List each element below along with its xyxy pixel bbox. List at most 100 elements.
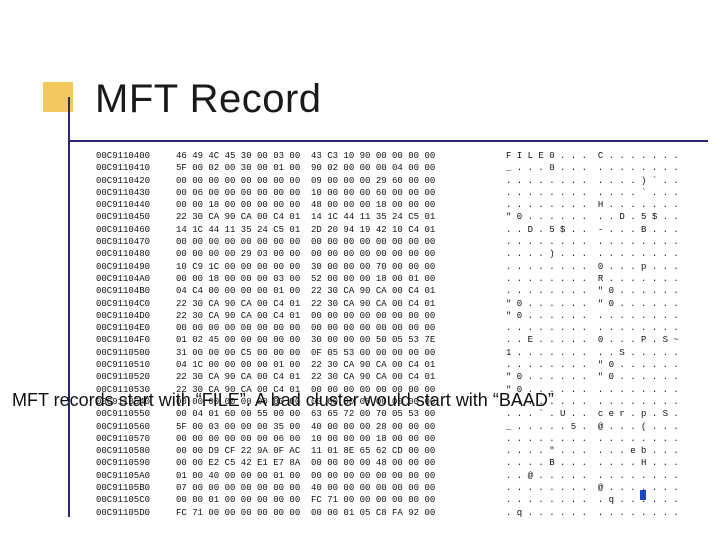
hex-ascii: . . . . . . . . H . . . . . . . (506, 199, 686, 211)
hex-row: 00C91105B007 00 00 00 00 00 00 00 40 00 … (96, 482, 696, 494)
hex-bytes: 10 C9 1C 00 00 00 00 00 30 00 00 00 70 0… (176, 261, 506, 273)
vertical-rule (68, 97, 70, 517)
hex-offset: 00C9110430 (96, 187, 176, 199)
hex-bytes: 14 1C 44 11 35 24 C5 01 2D 20 94 19 42 1… (176, 224, 506, 236)
hex-row: 00C911058000 00 D9 CF 22 9A 0F AC 11 01 … (96, 445, 696, 457)
hex-row: 00C911048000 00 00 00 29 03 00 00 00 00 … (96, 248, 696, 260)
hex-bytes: 01 02 45 00 00 00 00 00 30 00 00 00 50 0… (176, 334, 506, 346)
hex-offset: 00C9110480 (96, 248, 176, 260)
hex-ascii: F I L E 0 . . . C . . . . . . . (506, 150, 686, 162)
hex-row: 00C91104E000 00 00 00 00 00 00 00 00 00 … (96, 322, 696, 334)
hex-row: 00C911046014 1C 44 11 35 24 C5 01 2D 20 … (96, 224, 696, 236)
hex-ascii: . . . . . . . . 0 . . . p . . . (506, 261, 686, 273)
hex-offset: 00C9110500 (96, 347, 176, 359)
hex-row: 00C91104D022 30 CA 90 CA 00 C4 01 00 00 … (96, 310, 696, 322)
hex-row: 00C91104B004 C4 00 00 00 00 01 00 22 30 … (96, 285, 696, 297)
hex-row: 00C911040046 49 4C 45 30 00 03 00 43 C3 … (96, 150, 696, 162)
hex-offset: 00C9110450 (96, 211, 176, 223)
hex-ascii: . . . . . . . . . . . . . . . . (506, 433, 686, 445)
hex-bytes: 00 06 00 00 00 00 00 00 10 00 00 00 60 0… (176, 187, 506, 199)
hex-ascii: . . . . ) . . . . . . . . . . . (506, 248, 686, 260)
hex-offset: 00C91104D0 (96, 310, 176, 322)
hex-bytes: 04 C4 00 00 00 00 01 00 22 30 CA 90 CA 0… (176, 285, 506, 297)
hex-offset: 00C9110510 (96, 359, 176, 371)
hex-bytes: 00 00 01 00 00 00 00 00 FC 71 00 00 00 0… (176, 494, 506, 506)
hex-ascii: " 0 . . . . . . " 0 . . . . . . (506, 371, 686, 383)
edit-caret (640, 490, 646, 500)
hex-row: 00C91104A000 00 18 00 00 00 03 00 52 00 … (96, 273, 696, 285)
hex-offset: 00C91104B0 (96, 285, 176, 297)
hex-ascii: . . . . . . . . @ . . . . . . . (506, 482, 686, 494)
hex-row: 00C91104105F 00 02 00 30 00 01 00 90 02 … (96, 162, 696, 174)
hex-offset: 00C91104A0 (96, 273, 176, 285)
hex-offset: 00C9110580 (96, 445, 176, 457)
slide-title: MFT Record (95, 77, 322, 122)
hex-ascii: . . . . . . . . . . . . ) ` . . (506, 175, 686, 187)
hex-offset: 00C9110560 (96, 421, 176, 433)
hex-row: 00C91104C022 30 CA 90 CA 00 C4 01 22 30 … (96, 298, 696, 310)
hex-ascii: . . @ . . . . . . . . . . . . . (506, 470, 686, 482)
hex-ascii: " 0 . . . . . . " 0 . . . . . . (506, 298, 686, 310)
hex-ascii: . . . . . . . . . . . . ` . . . (506, 187, 686, 199)
hex-offset: 00C9110410 (96, 162, 176, 174)
hex-bytes: 00 00 00 00 00 00 00 00 09 00 00 00 29 6… (176, 175, 506, 187)
hex-ascii: . . . . . . . . " 0 . . . . . . (506, 285, 686, 297)
hex-bytes: 00 00 00 00 00 00 00 00 00 00 00 00 00 0… (176, 322, 506, 334)
hex-bytes: 46 49 4C 45 30 00 03 00 43 C3 10 90 00 0… (176, 150, 506, 162)
hex-bytes: 00 00 00 00 00 00 00 00 00 00 00 00 00 0… (176, 236, 506, 248)
hex-row: 00C91105605F 00 03 00 00 00 35 00 40 00 … (96, 421, 696, 433)
hex-bytes: 01 00 40 00 00 00 01 00 00 00 00 00 00 0… (176, 470, 506, 482)
hex-dump-panel: 00C911040046 49 4C 45 30 00 03 00 43 C3 … (96, 150, 696, 519)
hex-offset: 00C91104C0 (96, 298, 176, 310)
hex-offset: 00C9110440 (96, 199, 176, 211)
slide: MFT Record 00C911040046 49 4C 45 30 00 0… (0, 0, 720, 540)
hex-ascii: . q . . . . . . . . . . . . . . (506, 507, 686, 519)
hex-ascii: . . E . . . . . 0 . . . P . S ~ (506, 334, 686, 346)
hex-offset: 00C91105B0 (96, 482, 176, 494)
hex-offset: 00C9110570 (96, 433, 176, 445)
hex-offset: 00C9110590 (96, 457, 176, 469)
hex-row: 00C91105A001 00 40 00 00 00 01 00 00 00 … (96, 470, 696, 482)
hex-bytes: 00 00 18 00 00 00 00 00 48 00 00 00 18 0… (176, 199, 506, 211)
hex-bytes: 5F 00 02 00 30 00 01 00 90 02 00 00 00 0… (176, 162, 506, 174)
hex-ascii: . . . . . . . . R . . . . . . . (506, 273, 686, 285)
hex-bytes: 22 30 CA 90 CA 00 C4 01 14 1C 44 11 35 2… (176, 211, 506, 223)
hex-ascii: . . . . " . . . . . . e b . . . (506, 445, 686, 457)
hex-ascii: . . D . 5 $ . . - . . . B . . . (506, 224, 686, 236)
hex-ascii: _ . . . . . 5 . @ . . . ( . . . (506, 421, 686, 433)
hex-offset: 00C9110470 (96, 236, 176, 248)
hex-offset: 00C9110520 (96, 371, 176, 383)
hex-offset: 00C9110420 (96, 175, 176, 187)
hex-row: 00C911047000 00 00 00 00 00 00 00 00 00 … (96, 236, 696, 248)
hex-ascii: 1 . . . . . . . . . S . . . . . (506, 347, 686, 359)
hex-bytes: 00 00 E2 C5 42 E1 E7 8A 00 00 00 00 48 0… (176, 457, 506, 469)
hex-offset: 00C91104F0 (96, 334, 176, 346)
hex-ascii: " 0 . . . . . . . . . . . . . . (506, 310, 686, 322)
hex-bytes: 22 30 CA 90 CA 00 C4 01 22 30 CA 90 CA 0… (176, 298, 506, 310)
hex-offset: 00C91105D0 (96, 507, 176, 519)
hex-row: 00C911042000 00 00 00 00 00 00 00 09 00 … (96, 175, 696, 187)
hex-row: 00C911052022 30 CA 90 CA 00 C4 01 22 30 … (96, 371, 696, 383)
hex-offset: 00C91104E0 (96, 322, 176, 334)
hex-row: 00C911051004 1C 00 00 00 00 01 00 22 30 … (96, 359, 696, 371)
hex-offset: 00C9110490 (96, 261, 176, 273)
hex-ascii: . . . . B . . . . . . . H . . . (506, 457, 686, 469)
hex-ascii: . . . . . . . . . . . . . . . . (506, 236, 686, 248)
hex-bytes: 00 00 18 00 00 00 03 00 52 00 00 00 18 0… (176, 273, 506, 285)
hex-offset: 00C91105C0 (96, 494, 176, 506)
hex-row: 00C91104F001 02 45 00 00 00 00 00 30 00 … (96, 334, 696, 346)
hex-row: 00C911045022 30 CA 90 CA 00 C4 01 14 1C … (96, 211, 696, 223)
hex-row: 00C911057000 00 00 00 00 00 06 00 10 00 … (96, 433, 696, 445)
hex-row: 00C911049010 C9 1C 00 00 00 00 00 30 00 … (96, 261, 696, 273)
hex-offset: 00C9110460 (96, 224, 176, 236)
hex-bytes: 00 00 00 00 00 00 06 00 10 00 00 00 18 0… (176, 433, 506, 445)
hex-bytes: 31 00 00 00 C5 00 00 00 0F 05 53 00 00 0… (176, 347, 506, 359)
hex-offset: 00C91105A0 (96, 470, 176, 482)
hex-bytes: FC 71 00 00 00 00 00 00 00 00 01 05 C8 F… (176, 507, 506, 519)
hex-row: 00C911044000 00 18 00 00 00 00 00 48 00 … (96, 199, 696, 211)
hex-ascii: . . . . . . . . " 0 . . . . . . (506, 359, 686, 371)
hex-ascii: . . . . . . . . . . . . . . . . (506, 322, 686, 334)
hex-row: 00C91105D0FC 71 00 00 00 00 00 00 00 00 … (96, 507, 696, 519)
hex-ascii: " 0 . . . . . . . . D . 5 $ . . (506, 211, 686, 223)
hex-bytes: 00 00 D9 CF 22 9A 0F AC 11 01 8E 65 62 C… (176, 445, 506, 457)
